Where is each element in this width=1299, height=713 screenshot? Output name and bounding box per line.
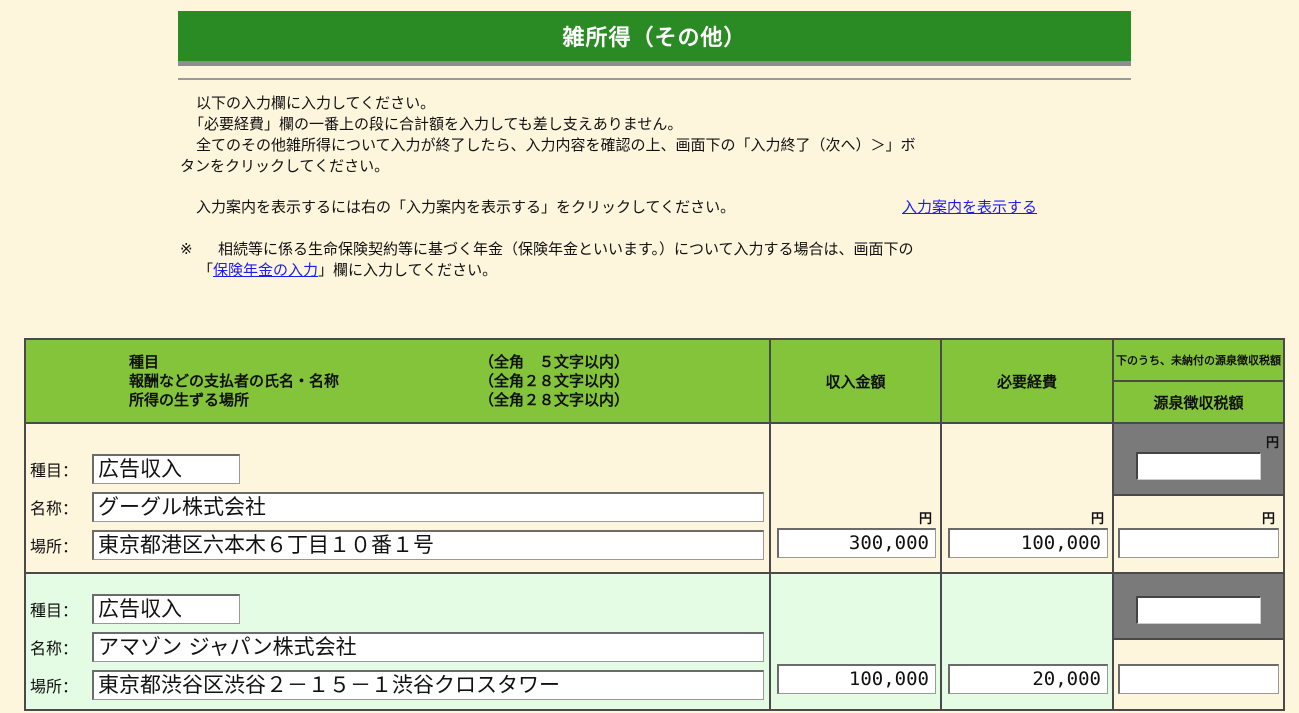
type-input[interactable]: 広告収入 xyxy=(92,594,240,624)
guide-text: 入力案内を表示するには右の「入力案内を表示する」をクリックしてください。 xyxy=(196,198,736,216)
instruction-4: タンをクリックしてください。 xyxy=(180,157,390,175)
expenses-input[interactable]: 20,000 xyxy=(948,664,1108,694)
type-label: 種目： xyxy=(30,601,79,620)
unpaid-tax-input[interactable] xyxy=(1136,596,1261,624)
instruction-3: 全てのその他雑所得について入力が終了したら、入力内容を確認の上、画面下の「入力終… xyxy=(196,136,916,154)
expenses-cell: 円 100,000 xyxy=(940,422,1114,574)
unpaid-tax-panel xyxy=(1114,574,1283,640)
income-cell: 100,000 xyxy=(769,572,942,711)
yen-unit: 円 xyxy=(1090,512,1104,527)
note-mark: ※ xyxy=(180,240,193,258)
note-text: 相続等に係る生命保険契約等に基づく年金（保険年金といいます。）について入力する場… xyxy=(218,240,914,258)
table-row: 種目： 広告収入 名称： グーグル株式会社 場所： 東京都港区六本木６丁目１０番１号 … xyxy=(24,422,1285,574)
header-expenses: 必要経費 xyxy=(940,338,1114,424)
entry-cell: 種目： 広告収入 名称： グーグル株式会社 場所： 東京都港区六本木６丁目１０番１号 xyxy=(24,422,771,574)
entry-cell: 種目： 広告収入 名称： アマゾン ジャパン株式会社 場所： 東京都渋谷区渋谷２－１５… xyxy=(24,572,771,711)
name-input[interactable]: グーグル株式会社 xyxy=(92,492,764,522)
income-input[interactable]: 300,000 xyxy=(777,528,936,558)
header-unpaid-note: 下のうち、未納付の源泉徴収税額 xyxy=(1112,338,1285,382)
place-input[interactable]: 東京都渋谷区渋谷２－１５－１渋谷クロスタワー xyxy=(92,670,764,700)
withholding-cell: 円 円 xyxy=(1112,422,1285,574)
instruction-2: 「必要経費」欄の一番上の段に合計額を入力しても差し支えありません。 xyxy=(189,115,683,133)
misc-income-table: 種目 （全角 ５文字以内） 報酬などの支払者の氏名・名称 （全角２８文字以内） 所得… xyxy=(24,338,1285,711)
instruction-1: 以下の入力欄に入力してください。 xyxy=(196,94,436,112)
withholding-input[interactable] xyxy=(1118,664,1279,694)
name-label: 名称： xyxy=(30,499,79,518)
unpaid-tax-panel: 円 xyxy=(1114,424,1283,496)
name-input[interactable]: アマゾン ジャパン株式会社 xyxy=(92,632,764,662)
yen-unit: 円 xyxy=(1261,512,1275,527)
type-input[interactable]: 広告収入 xyxy=(92,454,240,484)
income-input[interactable]: 100,000 xyxy=(777,664,936,694)
unpaid-tax-input[interactable] xyxy=(1136,452,1261,480)
header-income: 収入金額 xyxy=(769,338,942,424)
page-title: 雑所得（その他） xyxy=(178,11,1131,61)
header-withholding: 源泉徴収税額 xyxy=(1112,380,1285,424)
place-label: 場所： xyxy=(30,677,79,696)
withholding-cell xyxy=(1112,572,1285,711)
title-underline xyxy=(178,61,1131,66)
header-entry: 種目 （全角 ５文字以内） 報酬などの支払者の氏名・名称 （全角２８文字以内） 所得… xyxy=(24,338,771,424)
divider xyxy=(178,78,1131,80)
place-input[interactable]: 東京都港区六本木６丁目１０番１号 xyxy=(92,530,764,560)
table-row: 種目： 広告収入 名称： アマゾン ジャパン株式会社 場所： 東京都渋谷区渋谷２－１５… xyxy=(24,572,1285,711)
expenses-input[interactable]: 100,000 xyxy=(948,528,1108,558)
show-guide-link[interactable]: 入力案内を表示する xyxy=(902,197,1037,218)
income-cell: 円 300,000 xyxy=(769,422,942,574)
name-label: 名称： xyxy=(30,639,79,658)
expenses-cell: 20,000 xyxy=(940,572,1114,711)
yen-unit: 円 xyxy=(918,512,932,527)
pension-input-link[interactable]: 保険年金の入力 xyxy=(213,261,318,279)
yen-unit: 円 xyxy=(1265,436,1279,451)
note-line2: 「保険年金の入力」欄に入力してください。 xyxy=(198,261,498,279)
type-label: 種目： xyxy=(30,461,79,480)
withholding-input[interactable] xyxy=(1118,528,1279,558)
place-label: 場所： xyxy=(30,537,79,556)
